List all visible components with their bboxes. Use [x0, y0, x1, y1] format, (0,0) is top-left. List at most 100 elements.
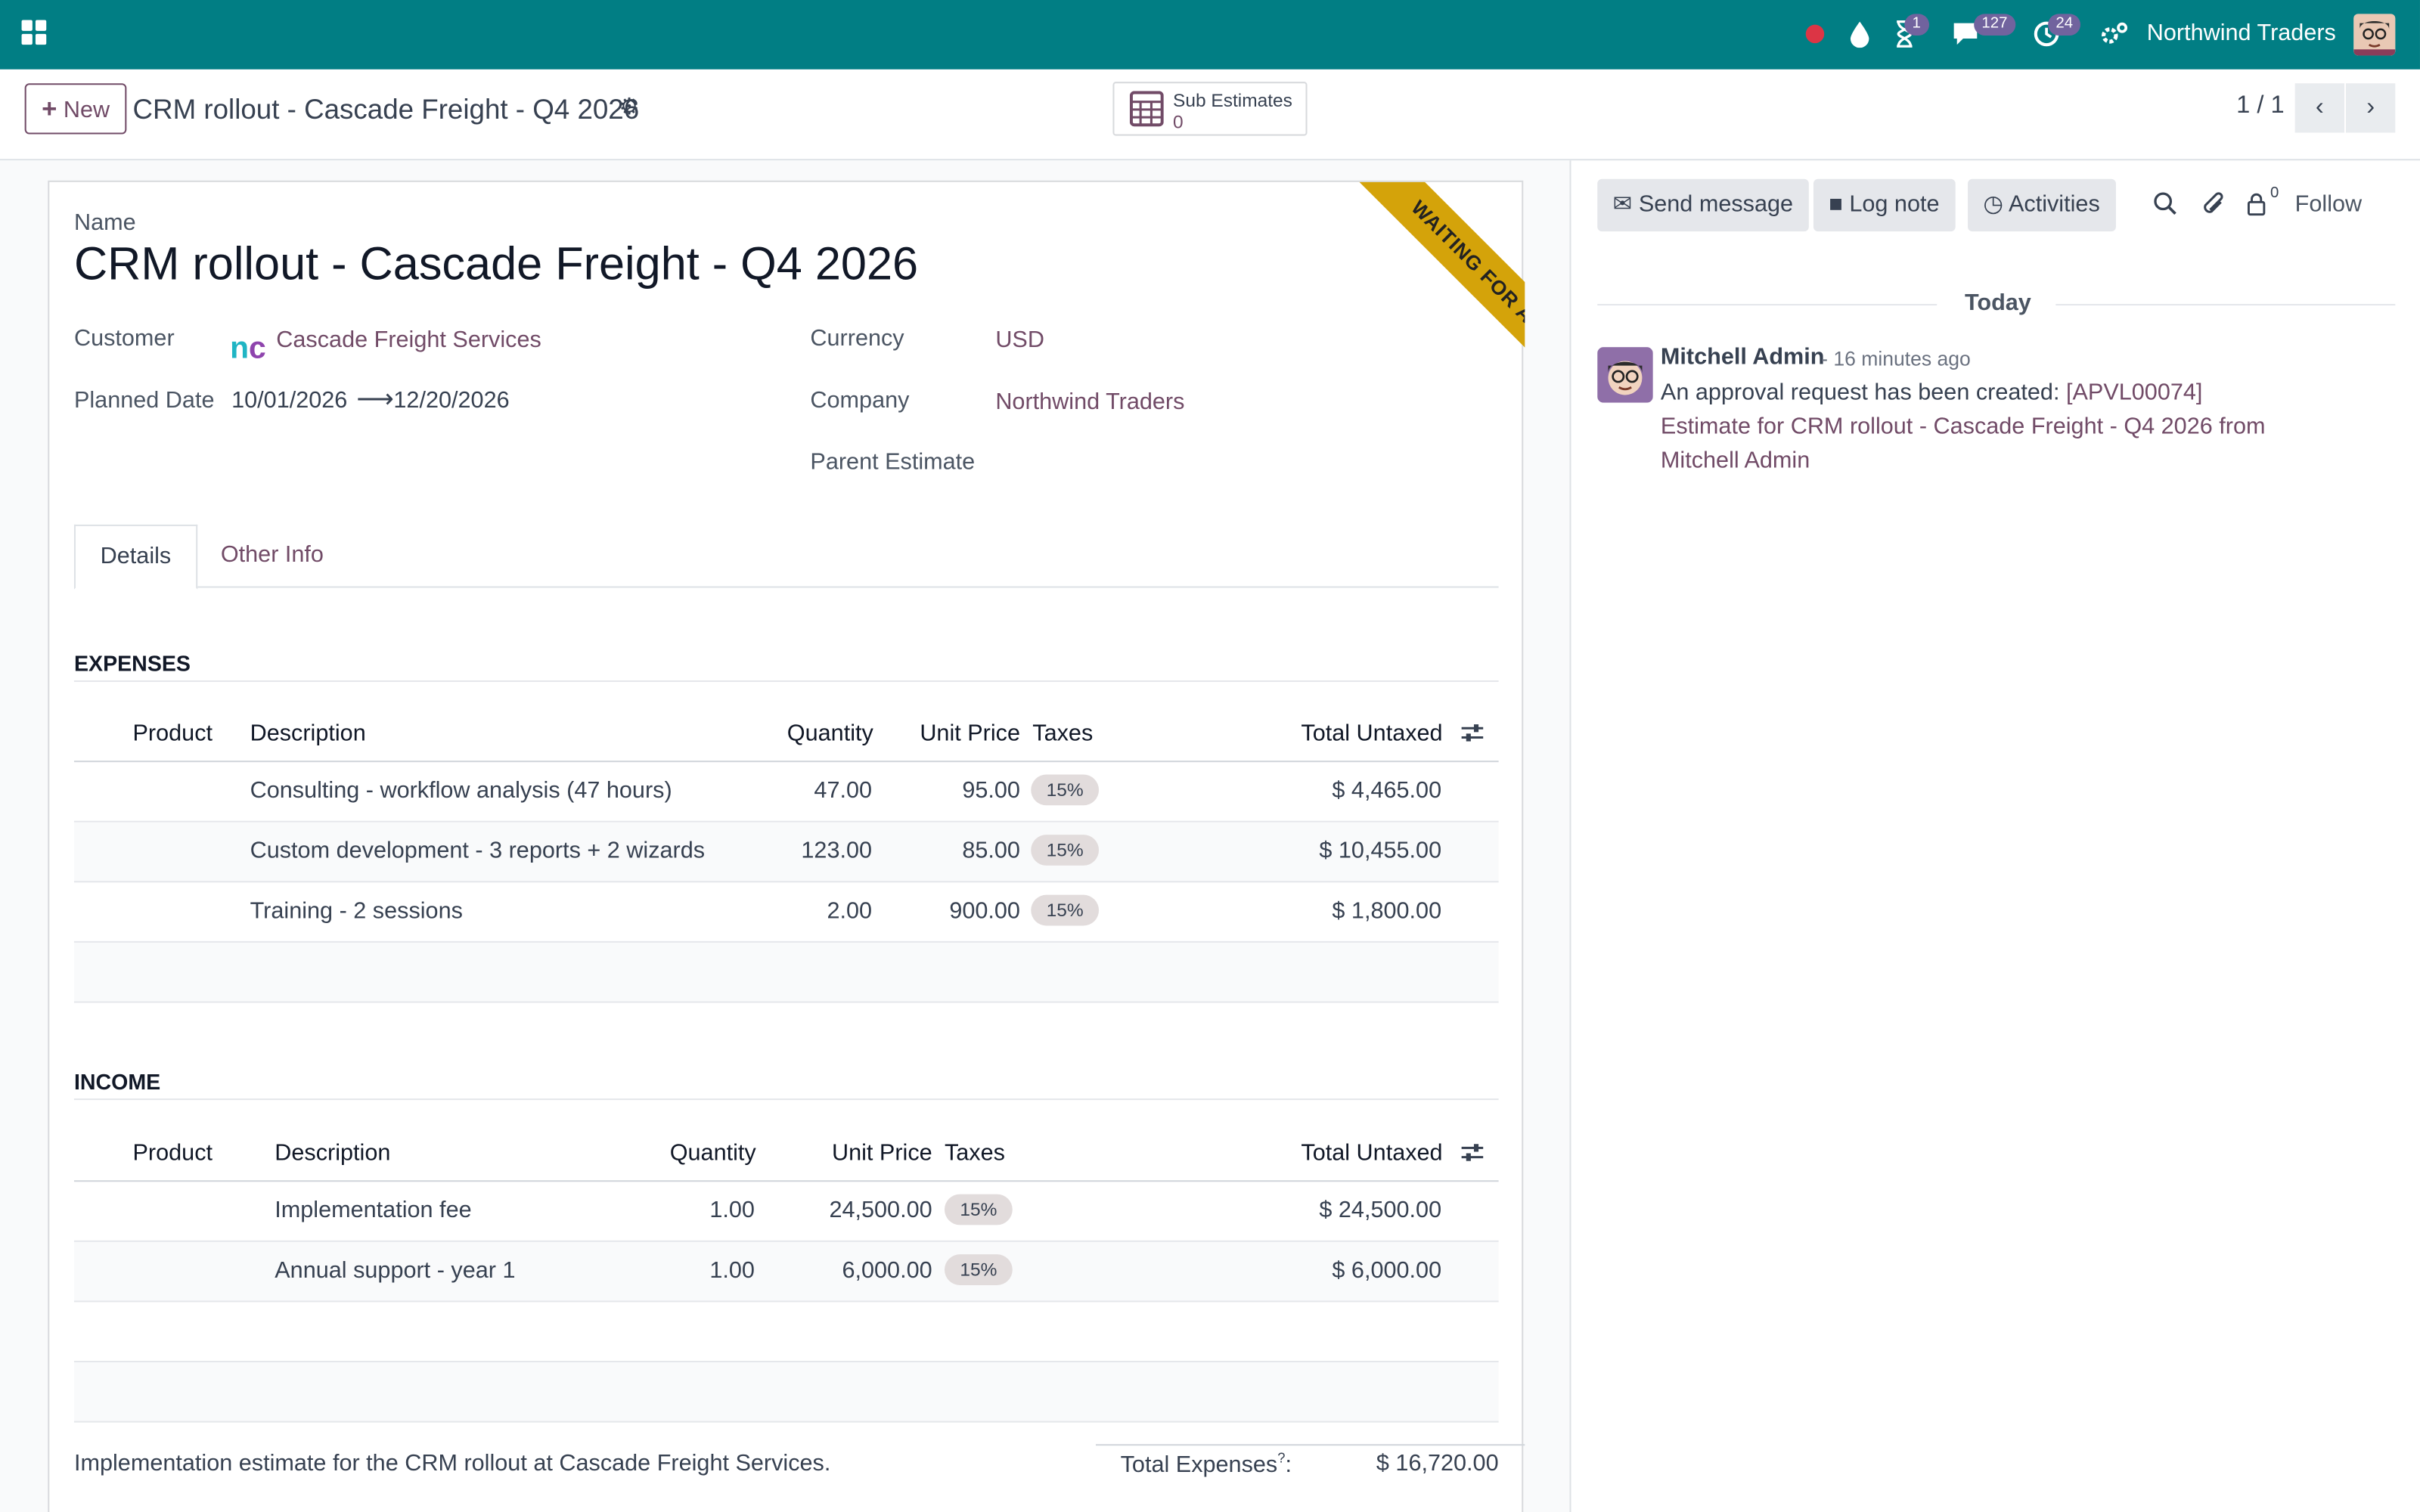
company-label: Company	[810, 387, 910, 414]
send-message-button[interactable]: ✉ Send message	[1597, 178, 1809, 232]
col-total-untaxed[interactable]: Total Untaxed	[1301, 720, 1442, 747]
tax-badge: 15%	[944, 1194, 1013, 1225]
row-description: Consulting - workflow analysis (47 hours…	[250, 777, 672, 804]
table-empty-row[interactable]	[73, 1362, 1499, 1423]
column-options-icon[interactable]	[1460, 722, 1485, 744]
date-separator-label: Today	[1964, 290, 2031, 317]
total-expenses-value: $ 16,720.00	[1376, 1450, 1499, 1477]
currency-label: Currency	[810, 325, 904, 352]
customer-field[interactable]: Cascade Freight Services	[276, 327, 541, 354]
search-icon[interactable]	[2153, 191, 2178, 224]
total-expenses-label: Total Expenses?:	[1120, 1450, 1292, 1479]
company-field[interactable]: Northwind Traders	[995, 389, 1184, 415]
activities-button[interactable]: ◷ Activities	[1968, 178, 2116, 232]
col-taxes[interactable]: Taxes	[945, 1140, 1005, 1167]
apps-icon[interactable]	[21, 20, 50, 48]
pager-value[interactable]: 1 / 1	[2236, 92, 2285, 120]
tax-badge: 15%	[1031, 894, 1100, 926]
message-body: An approval request has been created: [A…	[1661, 376, 2297, 479]
income-title: INCOME	[73, 1069, 1499, 1101]
follow-button[interactable]: Follow	[2295, 191, 2362, 218]
tax-badge: 15%	[944, 1254, 1013, 1285]
followers-lock-icon[interactable]	[2245, 191, 2267, 224]
row-unit-price: 900.00	[949, 897, 1020, 925]
record-icon[interactable]	[1805, 24, 1825, 44]
messages-badge: 127	[1974, 14, 2015, 36]
message-author[interactable]: Mitchell Admin	[1661, 344, 1825, 370]
row-description: Annual support - year 1	[275, 1257, 516, 1284]
planned-end-field[interactable]: 12/20/2026	[393, 387, 509, 414]
col-taxes[interactable]: Taxes	[1032, 720, 1093, 747]
tab-details[interactable]: Details	[73, 524, 197, 590]
breadcrumb-title: CRM rollout - Cascade Freight - Q4 2026	[132, 94, 640, 125]
table-row[interactable]: Custom development - 3 reports + 2 wizar…	[73, 822, 1499, 883]
message-text: An approval request has been created:	[1660, 380, 2066, 406]
drop-icon[interactable]	[1844, 20, 1876, 51]
gear-icon[interactable]: ⚙	[619, 92, 639, 120]
table-empty-row[interactable]	[73, 942, 1499, 1003]
log-note-button[interactable]: ■ Log note	[1813, 178, 1955, 232]
col-product[interactable]: Product	[133, 720, 213, 747]
row-description: Implementation fee	[275, 1197, 472, 1224]
notes-text[interactable]: Implementation estimate for the CRM roll…	[74, 1450, 830, 1476]
table-row[interactable]: Implementation fee 1.00 24,500.00 15% $ …	[73, 1182, 1499, 1242]
table-empty-row[interactable]	[73, 1302, 1499, 1363]
col-unit-price[interactable]: Unit Price	[832, 1140, 932, 1167]
settings-icon[interactable]	[2099, 20, 2130, 51]
user-avatar[interactable]	[2353, 14, 2396, 56]
calculator-icon	[1129, 91, 1164, 127]
column-options-icon[interactable]	[1460, 1142, 1485, 1163]
col-product[interactable]: Product	[133, 1140, 213, 1167]
table-row[interactable]: Annual support - year 1 1.00 6,000.00 15…	[73, 1241, 1499, 1303]
col-unit-price[interactable]: Unit Price	[920, 720, 1020, 747]
clock-badge: 24	[2048, 14, 2081, 36]
arrow-right-icon: ⟶	[356, 384, 395, 414]
planned-date-label: Planned Date	[73, 387, 215, 414]
form-tabs: Details Other Info	[73, 524, 1499, 590]
help-tooltip-icon[interactable]: ?	[1277, 1450, 1285, 1465]
row-total: $ 10,455.00	[1319, 838, 1442, 864]
col-quantity[interactable]: Quantity	[787, 720, 873, 747]
parent-estimate-field[interactable]	[995, 445, 1458, 482]
row-total: $ 1,800.00	[1332, 897, 1442, 925]
col-description[interactable]: Description	[275, 1140, 390, 1167]
row-unit-price: 6,000.00	[842, 1257, 932, 1284]
author-avatar[interactable]	[1597, 347, 1653, 403]
tab-other-info[interactable]: Other Info	[196, 525, 348, 588]
table-row[interactable]: Training - 2 sessions 2.00 900.00 15% $ …	[73, 882, 1499, 943]
currency-field[interactable]: USD	[995, 327, 1044, 354]
sub-estimates-button[interactable]: Sub Estimates 0	[1112, 82, 1308, 136]
tax-badge: 15%	[1031, 835, 1100, 866]
col-total-untaxed[interactable]: Total Untaxed	[1301, 1140, 1442, 1167]
row-unit-price: 95.00	[962, 777, 1020, 804]
ribbon-text: WAITING FOR APPROVAL	[1354, 181, 1525, 451]
row-quantity: 2.00	[827, 897, 873, 925]
row-quantity: 123.00	[801, 838, 873, 864]
form-sheet: WAITING FOR APPROVAL Name CRM rollout - …	[48, 180, 1525, 1512]
income-header: Product Description Quantity Unit Price …	[73, 1123, 1499, 1182]
table-row[interactable]: Consulting - workflow analysis (47 hours…	[73, 762, 1499, 823]
message-time: - 16 minutes ago	[1821, 347, 1971, 370]
row-total: $ 6,000.00	[1332, 1257, 1442, 1284]
new-button[interactable]: + New	[24, 83, 127, 135]
sub-estimates-label: Sub Estimates	[1173, 89, 1292, 111]
pager-next-button[interactable]: ›	[2346, 83, 2396, 133]
customer-label: Customer	[73, 325, 175, 352]
pager-previous-button[interactable]: ‹	[2294, 83, 2344, 133]
separator-line-right	[2055, 304, 2396, 306]
planned-start-field[interactable]: 10/01/2026	[231, 387, 347, 414]
send-message-label: Send message	[1638, 191, 1794, 218]
row-description: Custom development - 3 reports + 2 wizar…	[250, 838, 706, 864]
activities-label: Activities	[2008, 191, 2100, 218]
row-total: $ 24,500.00	[1319, 1197, 1442, 1224]
date-separator: Today	[1597, 290, 2396, 318]
control-panel: + New CRM rollout - Cascade Freight - Q4…	[0, 69, 2420, 161]
col-quantity[interactable]: Quantity	[670, 1140, 756, 1167]
log-note-label: Log note	[1849, 191, 1940, 218]
name-field[interactable]: CRM rollout - Cascade Freight - Q4 2026	[74, 239, 918, 291]
company-switcher[interactable]: Northwind Traders	[2147, 20, 2336, 47]
paperclip-icon[interactable]	[2201, 191, 2226, 224]
app-root: 1 127 24 Northwind Traders + New CRM rol…	[0, 0, 2420, 1512]
col-description[interactable]: Description	[250, 720, 366, 747]
expenses-header: Product Description Quantity Unit Price …	[73, 704, 1499, 763]
